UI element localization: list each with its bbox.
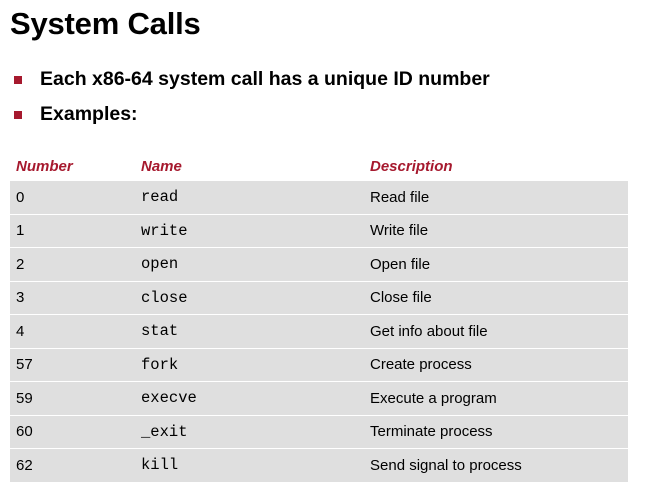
- bullet-text: Each x86-64 system call has a unique ID …: [40, 68, 490, 90]
- table-row: 57 fork Create process: [10, 347, 628, 382]
- syscall-name: fork: [135, 347, 364, 382]
- syscall-name: _exit: [135, 414, 364, 449]
- syscall-number: 57: [10, 347, 135, 382]
- syscall-description: Read file: [364, 180, 628, 214]
- table-row: 62 kill Send signal to process: [10, 448, 628, 482]
- table-row: 4 stat Get info about file: [10, 314, 628, 348]
- syscall-name: open: [135, 247, 364, 281]
- table-row: 3 close Close file: [10, 280, 628, 315]
- bullet-item: Each x86-64 system call has a unique ID …: [14, 62, 490, 97]
- syscall-description: Close file: [364, 280, 628, 315]
- syscall-number: 59: [10, 381, 135, 415]
- syscall-number: 1: [10, 213, 135, 248]
- bullet-list: Each x86-64 system call has a unique ID …: [14, 62, 490, 132]
- bullet-item: Examples:: [14, 97, 490, 132]
- name-column-header: Name: [141, 157, 182, 175]
- syscall-description: Open file: [364, 247, 628, 281]
- syscall-name: execve: [135, 381, 364, 415]
- syscall-number: 2: [10, 247, 135, 281]
- table-header-row: Number Name Description: [10, 152, 628, 181]
- syscall-description: Execute a program: [364, 381, 628, 415]
- syscall-name: kill: [135, 448, 364, 482]
- table-body: 0 read Read file 1 write Write file 2 op…: [10, 180, 628, 482]
- syscall-description: Get info about file: [364, 314, 628, 348]
- table-row: 1 write Write file: [10, 213, 628, 248]
- syscall-description: Write file: [364, 213, 628, 248]
- syscall-name: write: [135, 213, 364, 248]
- syscall-number: 3: [10, 280, 135, 315]
- syscall-number: 4: [10, 314, 135, 348]
- syscall-description: Terminate process: [364, 414, 628, 449]
- syscall-number: 60: [10, 414, 135, 449]
- syscall-name: stat: [135, 314, 364, 348]
- table-row: 60 _exit Terminate process: [10, 414, 628, 449]
- syscall-description: Send signal to process: [364, 448, 628, 482]
- syscall-number: 0: [10, 180, 135, 214]
- page-title: System Calls: [10, 6, 201, 41]
- syscall-name: close: [135, 280, 364, 315]
- bullet-text: Examples:: [40, 103, 138, 125]
- table-row: 2 open Open file: [10, 247, 628, 281]
- table-header: Number Name Description: [10, 152, 628, 181]
- table-row: 0 read Read file: [10, 180, 628, 214]
- syscall-name: read: [135, 180, 364, 214]
- number-column-header: Number: [16, 157, 73, 175]
- system-call-table: Number Name Description 0 read Read file…: [10, 152, 628, 482]
- description-column-header: Description: [370, 157, 453, 175]
- square-bullet-icon: [14, 110, 22, 119]
- table-row: 59 execve Execute a program: [10, 381, 628, 415]
- square-bullet-icon: [14, 75, 22, 84]
- syscall-description: Create process: [364, 347, 628, 382]
- syscall-number: 62: [10, 448, 135, 482]
